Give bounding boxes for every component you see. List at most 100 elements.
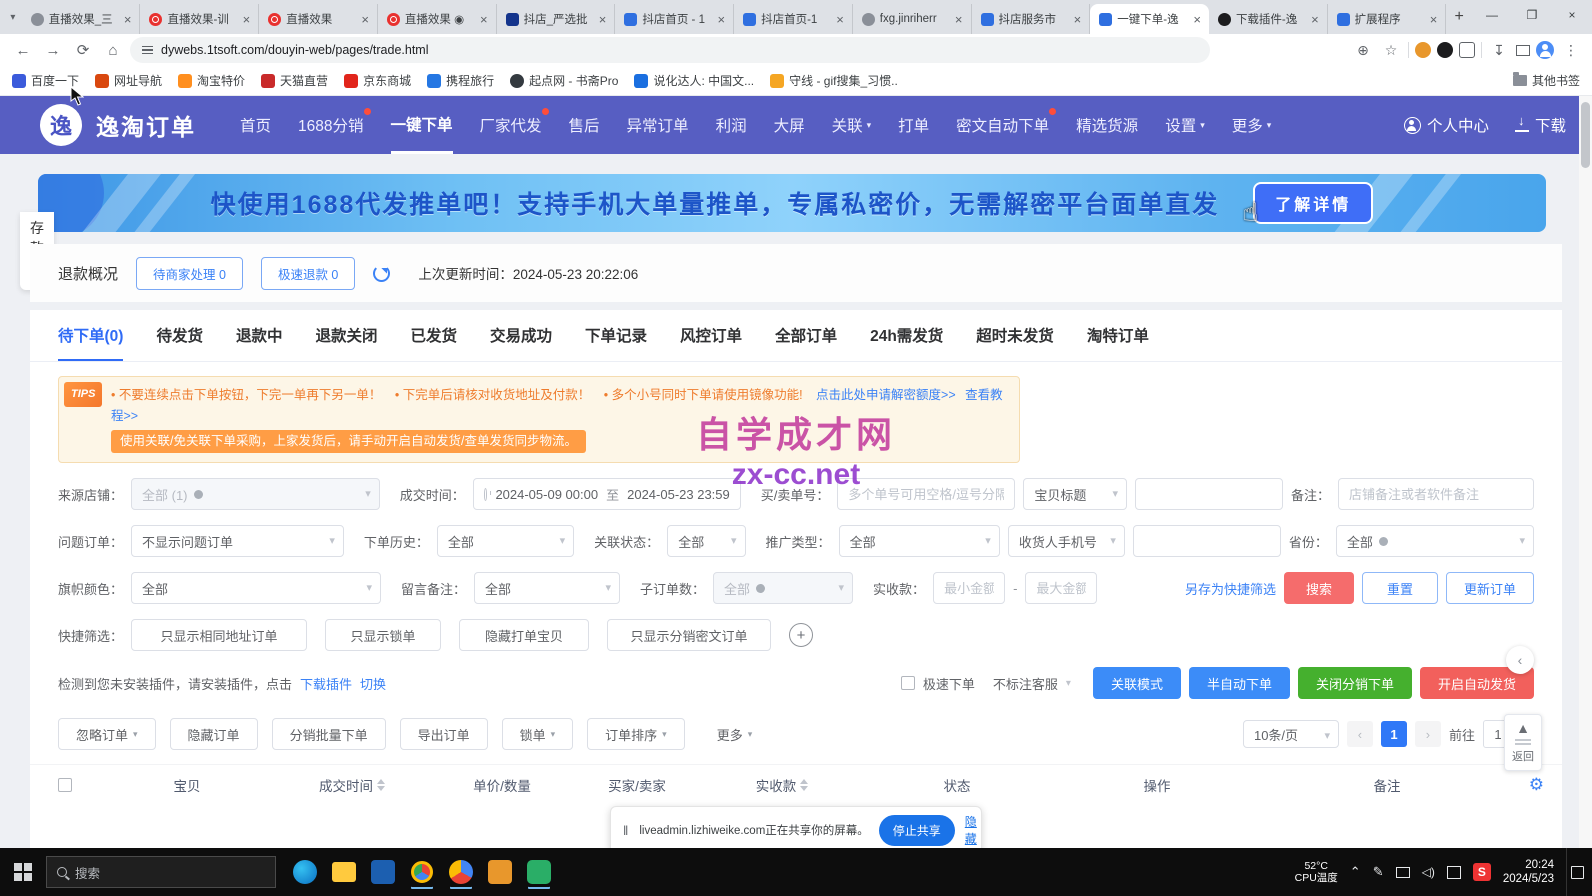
scrollbar-thumb[interactable] xyxy=(1581,102,1590,168)
select-all-checkbox[interactable] xyxy=(58,778,72,792)
tab-close-icon[interactable]: × xyxy=(1430,12,1438,27)
cpu-temp[interactable]: 52°CCPU温度 xyxy=(1295,860,1338,884)
nav-factory-dropship[interactable]: 厂家代发 xyxy=(480,96,542,154)
problem-order-select[interactable]: 不显示问题订单 xyxy=(131,525,344,557)
bookmark-item[interactable]: 守线 - gif搜集_习惯.. xyxy=(770,72,898,89)
browser-tab[interactable]: 抖店服务市× xyxy=(972,4,1091,34)
menu-icon[interactable]: ⋮ xyxy=(1560,39,1582,61)
pen-icon[interactable]: ✎ xyxy=(1373,864,1384,880)
remark-input[interactable] xyxy=(1338,478,1534,510)
nav-big-screen[interactable]: 大屏 xyxy=(774,96,805,154)
taskbar-wechat-icon[interactable] xyxy=(524,857,554,887)
tab-close-icon[interactable]: × xyxy=(599,12,607,27)
tab-completed[interactable]: 交易成功 xyxy=(490,310,552,361)
speaker-icon[interactable]: ◁) xyxy=(1422,865,1435,879)
ime-icon[interactable]: S xyxy=(1473,863,1491,881)
col-remark[interactable]: 备注 xyxy=(1262,775,1512,795)
stop-sharing-button[interactable]: 停止共享 xyxy=(879,815,955,846)
minimize-button[interactable]: — xyxy=(1472,0,1512,30)
save-quick-filter-link[interactable]: 另存为快捷筛选 xyxy=(1185,579,1276,598)
receiver-phone-input[interactable] xyxy=(1133,525,1281,557)
sort-icon[interactable] xyxy=(377,779,385,791)
col-deal-time[interactable]: 成交时间 xyxy=(272,775,432,795)
semi-auto-order-button[interactable]: 半自动下单 xyxy=(1189,667,1290,699)
tab-close-icon[interactable]: × xyxy=(124,12,132,27)
title-keyword-input[interactable] xyxy=(1135,478,1283,510)
bookmark-item[interactable]: 起点网 - 书斋Pro xyxy=(510,72,618,89)
bookmarks-folder[interactable]: 其他书签 xyxy=(1513,72,1580,89)
close-button[interactable]: × xyxy=(1552,0,1592,30)
tab-shipped[interactable]: 已发货 xyxy=(411,310,458,361)
tab-close-icon[interactable]: × xyxy=(1074,12,1082,27)
province-select[interactable]: 全部 xyxy=(1336,525,1534,557)
page-size-select[interactable]: 10条/页 xyxy=(1243,720,1339,748)
promo-type-select[interactable]: 全部 xyxy=(839,525,1000,557)
browser-tab[interactable]: 扩展程序× xyxy=(1328,4,1447,34)
collapse-panel-button[interactable]: ‹ xyxy=(1506,646,1534,674)
browser-tab[interactable]: 直播效果-训× xyxy=(140,4,259,34)
update-orders-button[interactable]: 更新订单 xyxy=(1446,572,1534,604)
keyboard-icon[interactable] xyxy=(1447,866,1461,879)
promo-banner[interactable]: 快使用1688代发推单吧！支持手机大单量推单，专属私密价，无需解密平台面单直发 … xyxy=(38,174,1546,232)
extension-icon[interactable] xyxy=(1415,42,1431,58)
profile-center-link[interactable]: 个人中心 xyxy=(1404,114,1489,136)
export-orders-button[interactable]: 导出订单 xyxy=(400,718,488,750)
nav-abnormal-orders[interactable]: 异常订单 xyxy=(627,96,689,154)
hide-orders-button[interactable]: 隐藏订单 xyxy=(170,718,258,750)
nav-cipher-auto-order[interactable]: 密文自动下单 xyxy=(956,96,1049,154)
browser-tab[interactable]: 抖店_严选批× xyxy=(497,4,616,34)
next-page-button[interactable]: › xyxy=(1415,721,1441,747)
browser-tab[interactable]: 抖店首页 - 1× xyxy=(615,4,734,34)
nav-more[interactable]: 更多▾ xyxy=(1232,96,1272,154)
browser-tab[interactable]: 直播效果× xyxy=(259,4,378,34)
ignore-orders-button[interactable]: 忽略订单▾ xyxy=(58,718,156,750)
refresh-icon[interactable] xyxy=(373,265,390,282)
download-link[interactable]: 下载 xyxy=(1515,114,1566,136)
nav-aftersale[interactable]: 售后 xyxy=(569,96,600,154)
site-controls-icon[interactable] xyxy=(142,46,153,55)
notification-center-icon[interactable] xyxy=(1566,848,1588,896)
more-button[interactable]: 更多▾ xyxy=(699,718,771,750)
deal-time-range[interactable]: 2024-05-09 00:00至2024-05-23 23:59 xyxy=(473,478,741,510)
tab-search-chevron-icon[interactable]: ▾ xyxy=(4,12,22,23)
order-sort-button[interactable]: 订单排序▾ xyxy=(587,718,685,750)
receiver-phone-select[interactable]: 收货人手机号 xyxy=(1008,525,1125,557)
tray-expand-icon[interactable]: ⌃ xyxy=(1350,864,1361,880)
nav-home[interactable]: 首页 xyxy=(240,96,271,154)
apply-decrypt-quota-link[interactable]: 点击此处申请解密额度>> xyxy=(816,388,956,402)
bookmark-item[interactable]: 京东商城 xyxy=(344,72,411,89)
col-price-qty[interactable]: 单价/数量 xyxy=(432,775,572,795)
col-status[interactable]: 状态 xyxy=(862,775,1052,795)
back-icon[interactable]: ← xyxy=(10,37,36,63)
tab-close-icon[interactable]: × xyxy=(1311,12,1319,27)
browser-tab[interactable]: 抖店首页-1× xyxy=(734,4,853,34)
address-bar[interactable]: dywebs.1tsoft.com/douyin-web/pages/trade… xyxy=(130,37,1210,63)
nav-association[interactable]: 关联▾ xyxy=(832,96,872,154)
profile-avatar[interactable] xyxy=(1536,41,1554,59)
browser-tab[interactable]: fxg.jinriherr× xyxy=(853,4,972,34)
order-no-input[interactable] xyxy=(837,478,1015,510)
taskbar-notes-icon[interactable] xyxy=(485,857,515,887)
home-icon[interactable]: ⌂ xyxy=(100,37,126,63)
flag-color-select[interactable]: 全部 xyxy=(131,572,381,604)
reset-button[interactable]: 重置 xyxy=(1362,572,1438,604)
restore-button[interactable]: ❐ xyxy=(1512,0,1552,30)
banner-cta-button[interactable]: 了解详情☝ xyxy=(1253,182,1373,224)
downloads-icon[interactable]: ↧ xyxy=(1488,39,1510,61)
new-tab-button[interactable]: + xyxy=(1446,4,1472,30)
tab-overdue-unshipped[interactable]: 超时未发货 xyxy=(976,310,1054,361)
taskbar-clock[interactable]: 20:242024/5/23 xyxy=(1503,858,1554,886)
forward-icon[interactable]: → xyxy=(40,37,66,63)
nav-profit[interactable]: 利润 xyxy=(716,96,747,154)
browser-tab[interactable]: 直播效果 ◉× xyxy=(378,4,497,34)
extension-icon[interactable] xyxy=(1437,42,1453,58)
tab-all-orders[interactable]: 全部订单 xyxy=(775,310,837,361)
display-icon[interactable] xyxy=(1396,867,1410,878)
bookmark-star-icon[interactable]: ☆ xyxy=(1380,39,1402,61)
paid-min-input[interactable] xyxy=(933,572,1005,604)
col-product[interactable]: 宝贝 xyxy=(102,775,272,795)
title-field-select[interactable]: 宝贝标题 xyxy=(1023,478,1127,510)
tab-pending-order[interactable]: 待下单(0) xyxy=(58,310,123,361)
current-page[interactable]: 1 xyxy=(1381,721,1407,747)
tab-close-icon[interactable]: × xyxy=(1193,12,1201,27)
